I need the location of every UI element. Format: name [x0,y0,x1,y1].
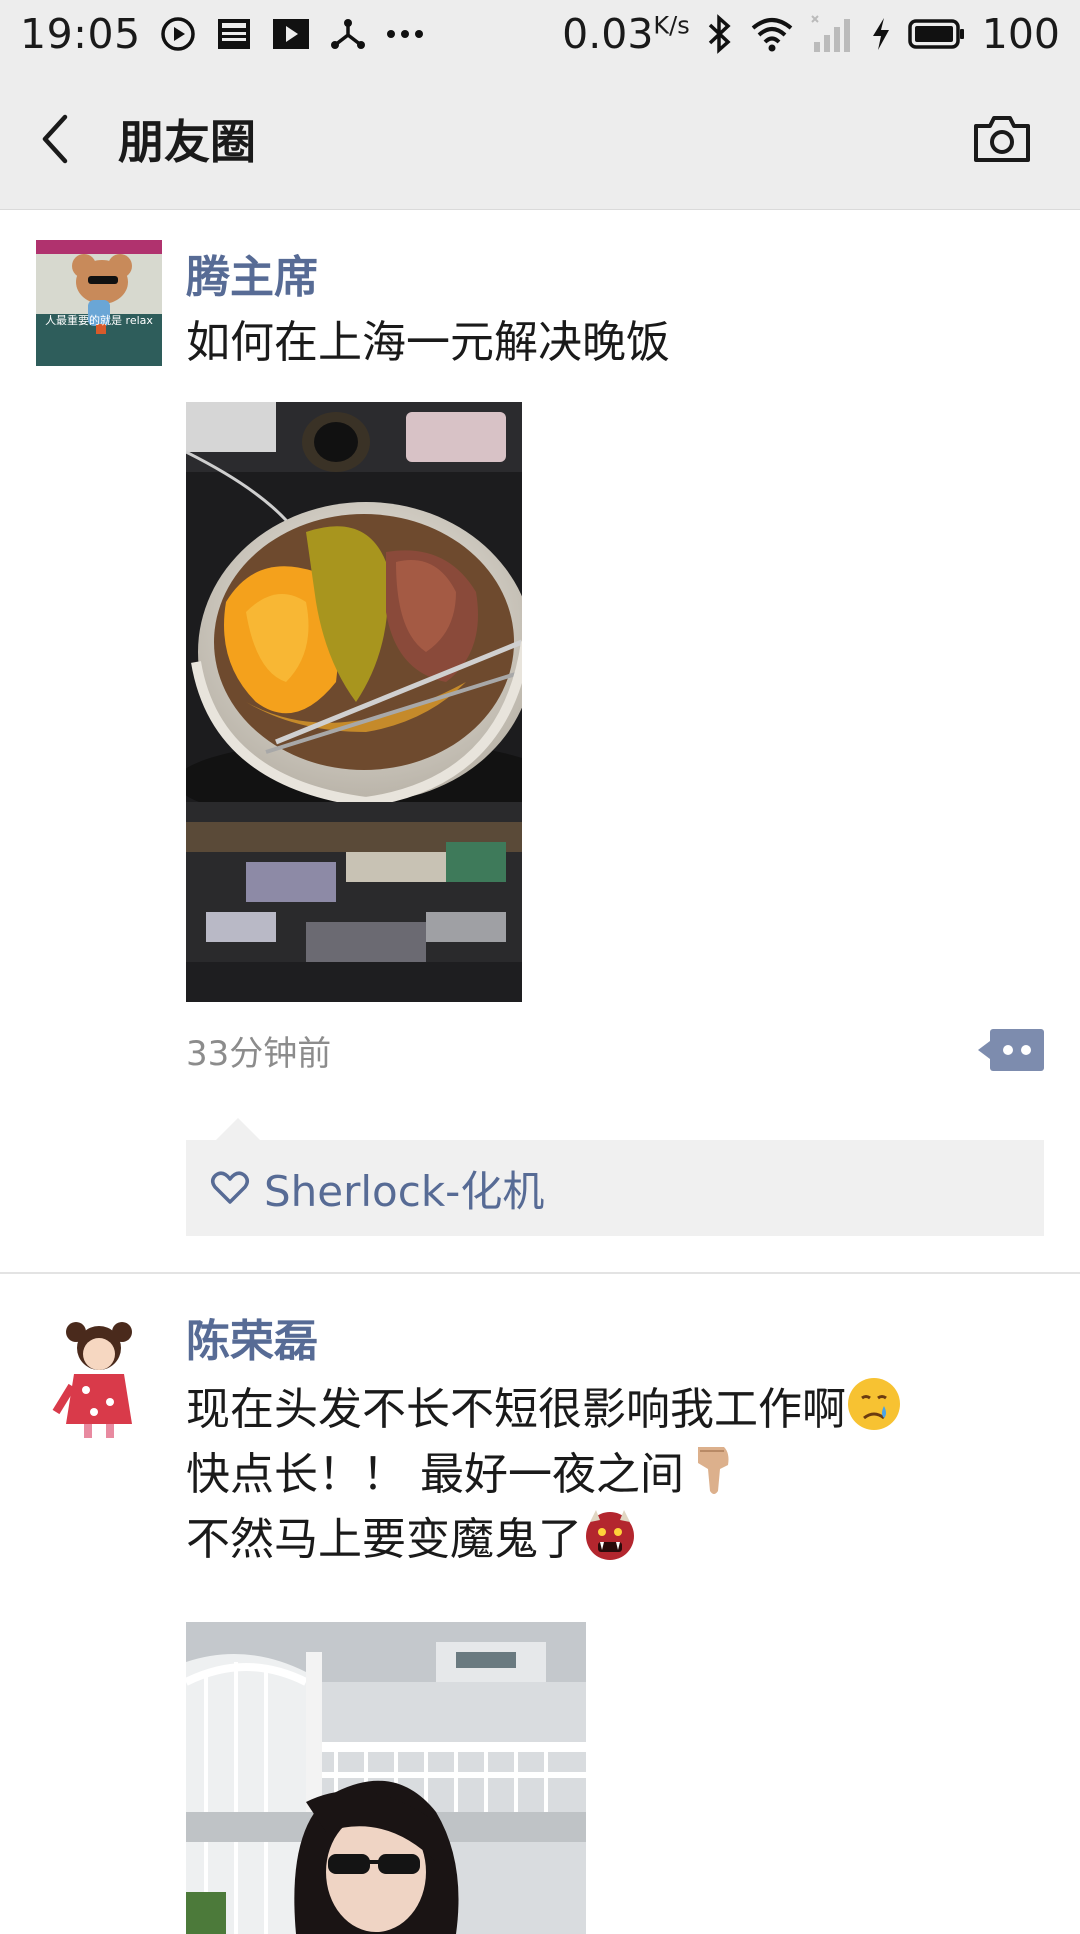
post-image[interactable] [186,1622,586,1934]
post-text-line: 不然马上要变魔鬼了 [186,1506,1044,1571]
post-text-line: 如何在上海一元解决晚饭 [186,317,670,368]
network-speed-unit: K/s [653,11,690,40]
back-button[interactable] [0,68,110,209]
status-bar: 19:05 0.03K/s 100 [0,0,1080,68]
news-icon [215,14,253,54]
post-timestamp: 33分钟前 [186,1033,332,1074]
post-image[interactable] [186,402,522,1002]
battery-icon [907,14,966,54]
avatar-caption: 人最重要的就是 relax [45,314,153,327]
signal-icon [810,14,854,54]
post-username[interactable]: 腾主席 [186,248,1044,308]
crying-face-emoji [848,1378,900,1430]
network-speed: 0.03K/s [562,10,690,58]
post-text-line: 快点长！！ 最好一夜之间 [186,1441,1044,1506]
page-title: 朋友圈 [118,114,256,169]
more-actions-icon [978,1029,1044,1071]
ogre-emoji [586,1510,634,1560]
avatar[interactable] [36,240,162,366]
video-play-icon [271,14,311,54]
top-navigation-bar: 朋友圈 [0,68,1080,210]
post-text-line-content: 不然马上要变魔鬼了 [186,1514,582,1565]
moment-post: 人最重要的就是 relax 腾主席 如何在上海一元解决晚饭 33分钟前 Sher… [0,210,1080,1274]
camera-icon [974,116,1030,162]
like-user-name[interactable]: Sherlock-化机 [264,1158,544,1219]
wifi-icon [750,14,794,54]
network-speed-value: 0.03 [562,10,654,58]
photo-sweet-potato-bowl [186,402,522,1002]
post-text-line-content: 现在头发不长不短很影响我工作啊 [186,1384,846,1435]
battery-level: 100 [981,10,1060,58]
status-time: 19:05 [20,10,141,58]
play-circle-icon [159,14,197,54]
more-dots-icon [385,14,425,54]
comment-like-button[interactable] [978,1027,1044,1073]
moment-post: 陈荣磊 现在头发不长不短很影响我工作啊 快点长！！ 最好一夜之间 不然马上要变魔… [0,1274,1080,1934]
bluetooth-icon [706,14,734,54]
post-text: 如何在上海一元解决晚饭 [186,312,1044,374]
post-text: 现在头发不长不短很影响我工作啊 快点长！！ 最好一夜之间 不然马上要变魔鬼了 [186,1376,1044,1571]
avatar[interactable] [36,1316,162,1442]
post-text-line: 现在头发不长不短很影响我工作啊 [186,1376,1044,1441]
chevron-left-icon [42,114,68,163]
pointing-down-emoji [698,1447,729,1494]
moments-feed: 人最重要的就是 relax 腾主席 如何在上海一元解决晚饭 33分钟前 Sher… [0,210,1080,1934]
camera-button[interactable] [972,110,1032,166]
share-node-icon [329,14,367,54]
heart-icon [211,1171,249,1204]
photo-girl-sunglasses [186,1622,586,1934]
charging-icon [870,14,892,54]
post-username[interactable]: 陈荣磊 [186,1312,1044,1372]
post-text-line-content: 快点长！！ 最好一夜之间 [186,1449,684,1500]
likes-panel: Sherlock-化机 [186,1118,1044,1236]
